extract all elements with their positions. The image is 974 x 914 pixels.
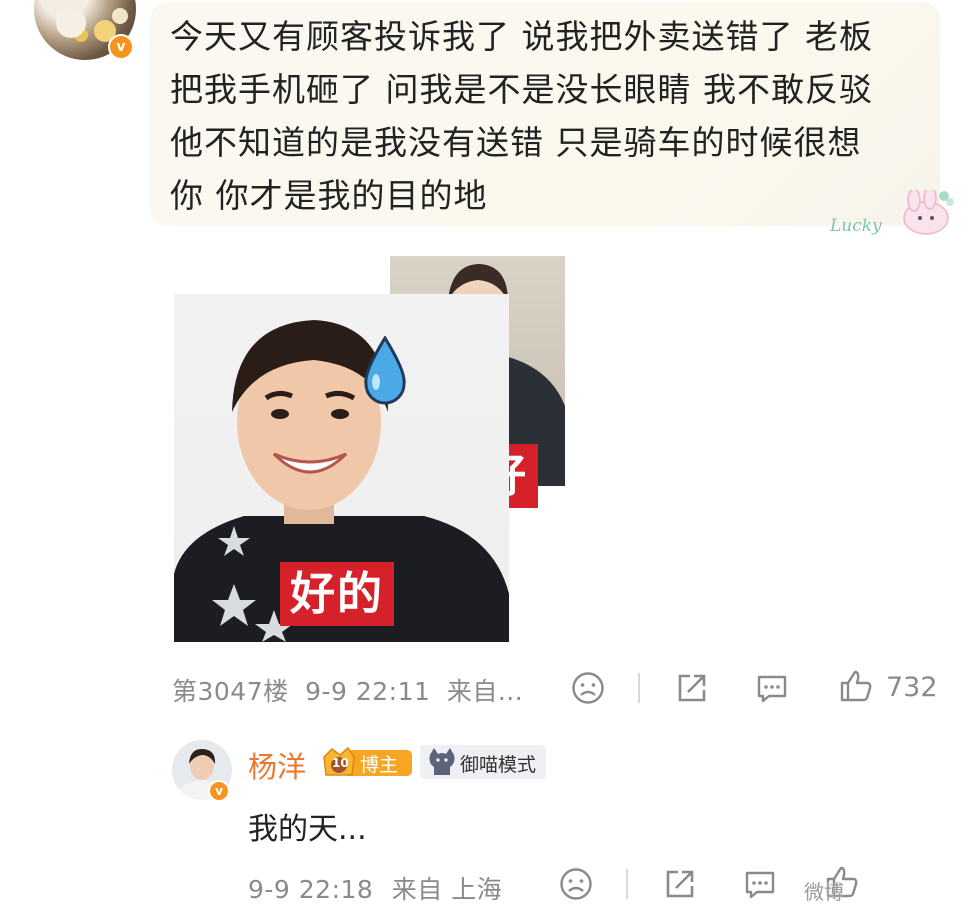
blogger-badge: 10 博主 xyxy=(322,745,414,779)
verified-badge-icon: v xyxy=(208,780,230,802)
badge-mode-label: 御喵模式 xyxy=(460,754,537,776)
comment-text: 今天又有顾客投诉我了 说我把外卖送错了 老板 把我手机砸了 问我是不是没长眼睛 … xyxy=(170,10,930,222)
reply-source: 来自 上海 xyxy=(391,875,503,904)
watermark: 微博 xyxy=(804,880,844,904)
reply-time: 9-9 22:18 xyxy=(248,875,374,904)
share-icon[interactable] xyxy=(662,866,698,902)
meme-label-ok: 好的 xyxy=(280,562,395,626)
reply-meta: 9-9 22:18 来自 上海 xyxy=(248,870,502,906)
lucky-sticker-text: Lucky xyxy=(830,216,882,236)
cat-icon xyxy=(429,748,455,775)
comment-meta: 第3047楼 9-9 22:11 来自... xyxy=(172,672,523,708)
share-icon[interactable] xyxy=(674,670,710,706)
meow-mode-badge: 御喵模式 xyxy=(420,745,546,779)
meme-image[interactable]: 不好 好的 xyxy=(174,256,569,642)
comment-icon[interactable] xyxy=(754,670,790,706)
comment-time: 9-9 22:11 xyxy=(305,677,431,706)
badge-level: 10 xyxy=(332,756,349,770)
comment-line: 他不知道的是我没有送错 只是骑车的时候很想 xyxy=(170,123,862,162)
verified-badge-icon: v xyxy=(108,34,134,60)
like-icon[interactable] xyxy=(838,668,874,704)
sweat-drop-icon xyxy=(364,336,406,405)
reply-author-name[interactable]: 杨洋 xyxy=(248,744,306,786)
badge-role: 博主 xyxy=(360,754,399,776)
comment-icon[interactable] xyxy=(742,866,778,902)
like-count: 732 xyxy=(886,672,938,703)
dislike-icon[interactable] xyxy=(570,670,606,706)
lucky-sticker: Lucky xyxy=(826,186,956,240)
comment-line: 把我手机砸了 问我是不是没长眼睛 我不敢反驳 xyxy=(170,70,873,109)
divider xyxy=(638,673,640,703)
reply-text: 我的天... xyxy=(248,812,367,847)
floor-number: 第3047楼 xyxy=(172,677,289,706)
comment-line: 你 你才是我的目的地 xyxy=(170,176,488,215)
comment-source: 来自... xyxy=(446,677,524,706)
divider xyxy=(626,869,628,899)
comment-line: 今天又有顾客投诉我了 说我把外卖送错了 老板 xyxy=(170,17,873,56)
dislike-icon[interactable] xyxy=(558,866,594,902)
